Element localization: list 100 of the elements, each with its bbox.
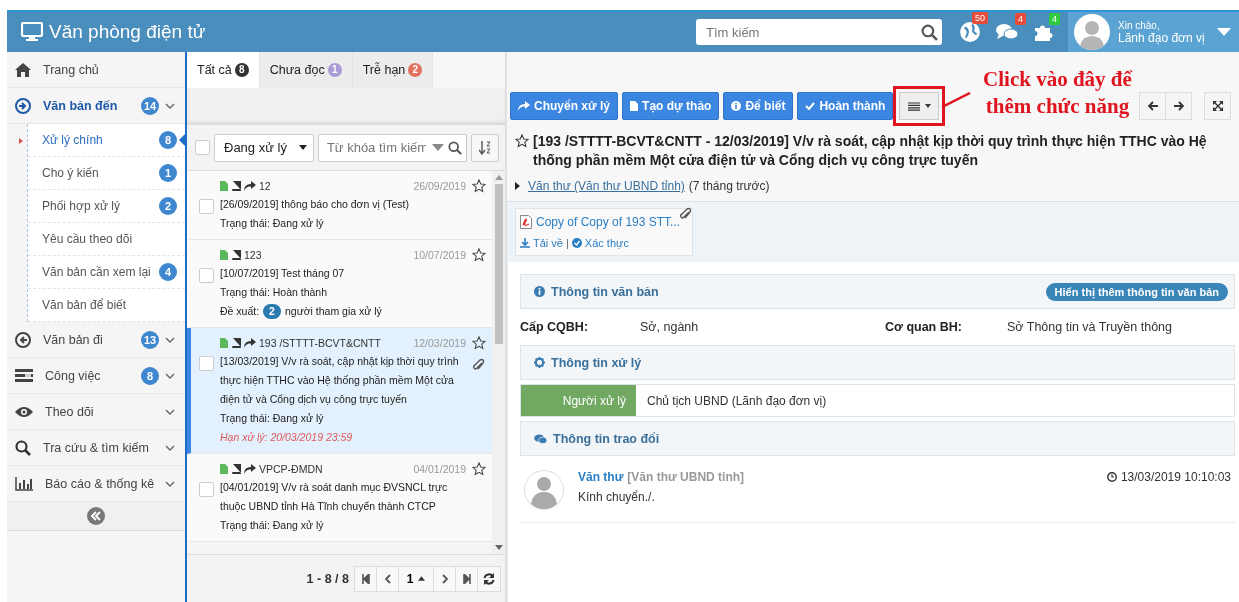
app-title: Văn phòng điện tử [49, 21, 206, 43]
field-value: Sở Thông tin và Truyền thông [1007, 320, 1173, 334]
download-link[interactable]: Tải về [533, 237, 563, 249]
field-value: Sở, ngành [640, 320, 700, 334]
pdf-file-icon [520, 215, 532, 229]
search-field[interactable]: Tìm kiếm [696, 19, 942, 45]
document-date: 04/01/2019 [413, 463, 466, 475]
star-icon[interactable] [472, 179, 486, 193]
document-item[interactable]: VPCP-ĐMDN 04/01/2019 [04/01/2019] V/v rà soát danh mục ĐVSNCL trực thuộc UBND tỉnh Hà Tĩnh chuyển thành CTCP Trạng thái: Đang xử lý [187, 454, 492, 542]
star-icon[interactable] [472, 462, 486, 476]
bar-chart-icon [15, 476, 33, 491]
proposal-label: Đề xuất: [220, 304, 260, 319]
caret-right-icon[interactable] [515, 182, 520, 190]
document-number: 193 /STTTT-BCVT&CNTT [259, 337, 381, 349]
user-name: Lãnh đạo đơn vị [1118, 30, 1206, 45]
chevron-down-icon[interactable] [165, 372, 175, 379]
chevron-down-icon[interactable] [165, 102, 175, 109]
sidebar-item[interactable]: Công việc 8 [7, 358, 185, 394]
document-number: VPCP-ĐMDN [259, 463, 323, 475]
sidebar-label: Theo dõi [45, 404, 95, 419]
previous-page-button[interactable] [376, 565, 399, 592]
sidebar-item[interactable]: Văn bản đi 13 [7, 322, 185, 358]
sidebar-label: Văn bản đi [43, 332, 104, 347]
document-icon [630, 101, 639, 111]
star-icon[interactable] [515, 134, 529, 148]
previous-button[interactable] [1139, 92, 1166, 120]
search-icon [15, 439, 31, 456]
action-button[interactable]: Để biết [723, 92, 794, 120]
sort-button[interactable] [471, 133, 499, 162]
star-icon[interactable] [472, 248, 486, 262]
status-dropdown[interactable]: Đang xử lý [214, 133, 314, 162]
sidebar-label: Yêu cầu theo dõi [42, 232, 134, 246]
leader-line [941, 92, 971, 108]
deadline-text: Hạn xử lý: 20/03/2019 23:59 [220, 430, 354, 445]
document-icon [220, 250, 228, 260]
count-badge: 13 [141, 330, 159, 349]
document-summary: [13/03/2019] V/v rà soát, cập nhật kịp thời quy trình thực hiện TTHC vào Hệ thống phần mềm Một cửa điện tử và Cổng dịch vụ công trực tuyến [220, 354, 460, 407]
first-page-button[interactable] [354, 565, 377, 592]
last-page-button[interactable] [455, 565, 478, 592]
field-label: Cấp CQBH: [520, 320, 590, 334]
document-item[interactable]: 123 10/07/2019 [10/07/2019] Test tháng 07 Trạng thái: Hoàn thành Đề xuất: 2 người tham gia xử lý [187, 240, 492, 328]
document-icon [220, 338, 228, 348]
arrow-right-icon [1173, 101, 1184, 111]
comment-author[interactable]: Văn thư [578, 470, 624, 484]
scroll-down-icon[interactable] [494, 545, 503, 550]
search-icon[interactable] [448, 140, 462, 155]
checkbox[interactable] [195, 140, 210, 155]
action-button[interactable]: Tạo dự thảo [622, 92, 720, 120]
marker-icon [19, 138, 23, 144]
tab-label: Tất cả [197, 63, 232, 77]
info-icon [731, 101, 742, 111]
verify-link[interactable]: Xác thực [584, 237, 629, 249]
status-text: Trạng thái: Đang xử lý [220, 411, 325, 426]
next-button[interactable] [1165, 92, 1192, 120]
action-button[interactable]: Hoàn thành [797, 92, 894, 120]
chevron-down-icon[interactable] [165, 408, 175, 415]
attachment-link[interactable]: Copy of Copy of 193 STT... [536, 215, 681, 229]
handler-label: Người xử lý [521, 385, 636, 416]
section-title: Thông tin xử lý [551, 355, 642, 370]
sidebar-label: Phối hợp xử lý [42, 199, 121, 213]
chevron-down-icon[interactable] [165, 480, 175, 487]
fullscreen-button[interactable] [1204, 92, 1231, 120]
sender-link[interactable]: Văn thư (Văn thư UBND tỉnh) [528, 179, 685, 193]
tab[interactable]: Trễ hạn 2 [352, 52, 434, 88]
chevron-left-icon [384, 573, 391, 584]
monitor-icon [21, 22, 43, 42]
next-page-button[interactable] [433, 565, 456, 592]
checkbox[interactable] [199, 482, 214, 497]
checkbox[interactable] [199, 268, 214, 283]
document-summary: [04/01/2019] V/v rà soát danh mục ĐVSNCL trực thuộc UBND tỉnh Hà Tĩnh chuyển thành CTCP [220, 480, 449, 514]
checkbox[interactable] [199, 199, 214, 214]
caret-up-icon [418, 576, 426, 581]
scrollbar[interactable] [492, 171, 505, 554]
caret-icon [1217, 28, 1231, 36]
chat-icon[interactable] [995, 22, 1019, 42]
caret-icon [432, 144, 444, 151]
home-icon [15, 62, 31, 77]
checkbox[interactable] [199, 356, 214, 371]
star-icon[interactable] [472, 336, 486, 350]
search-icon[interactable] [921, 23, 938, 41]
show-more-button[interactable]: Hiển thị thêm thông tin văn bản [1045, 282, 1228, 301]
sidebar-label: Trang chủ [43, 62, 100, 77]
action-button[interactable]: Chuyển xử lý [510, 92, 619, 120]
info-icon [534, 286, 545, 297]
collapse-icon[interactable] [87, 507, 105, 525]
refresh-button[interactable] [477, 565, 501, 592]
greeting-text: Xin chào, [1118, 19, 1161, 31]
status-text: Trạng thái: Đang xử lý [220, 518, 325, 533]
chevron-down-icon[interactable] [165, 336, 175, 343]
page-select[interactable]: 1 [398, 565, 434, 592]
tab[interactable]: Tất cả 8 [187, 52, 260, 88]
avatar-icon [524, 470, 564, 510]
document-item[interactable] [187, 328, 492, 454]
notification-badge: 50 [972, 12, 988, 24]
document-item[interactable]: 12 26/09/2019 [26/09/2019] thông báo cho đơn vị (Test) Trạng thái: Đang xử lý [187, 171, 492, 240]
globe-icon[interactable] [959, 21, 981, 43]
arrow-left-icon [1147, 101, 1158, 111]
count-badge: 2 [159, 197, 177, 215]
chevron-down-icon[interactable] [165, 444, 175, 451]
tab[interactable]: Chưa đọc 1 [259, 52, 353, 88]
